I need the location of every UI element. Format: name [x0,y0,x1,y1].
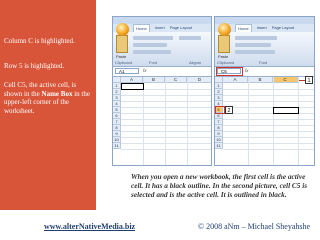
grid-line [143,77,144,165]
paste-icon[interactable] [116,35,128,53]
active-cell-a1[interactable] [121,83,144,90]
excel-screenshot-new-workbook: Home Insert Page Layout Paste Clipboard … [112,16,212,166]
tab-page-layout[interactable]: Page Layout [170,24,192,32]
ribbon: Paste Clipboard Font [215,32,314,67]
name-box[interactable]: C5 [217,68,241,74]
tab-insert[interactable]: Insert [155,24,165,32]
name-box[interactable]: A1 [115,68,139,74]
note-column-highlighted: Column C is highlighted. [4,37,75,45]
grid-line [223,125,314,126]
fx-icon[interactable]: fx [143,68,147,73]
grid-line [273,77,274,165]
grid-line [121,131,211,132]
grid-line [121,149,211,150]
office-button-icon[interactable] [218,23,231,36]
font-color-buttons[interactable] [235,50,275,54]
grid-line [223,113,314,114]
grid-line [223,107,314,108]
tab-home[interactable]: Home [235,24,252,32]
office-button-icon[interactable] [116,23,129,36]
title-bar [215,17,314,24]
grid-line [121,143,211,144]
callout-column-marker: 1 [305,76,313,84]
formula-bar: A1 fx [113,67,211,77]
formula-bar: C5 fx [215,67,314,77]
tab-page-layout[interactable]: Page Layout [272,24,294,32]
font-style-buttons[interactable] [235,43,271,47]
paste-icon[interactable] [218,35,230,53]
font-style-buttons[interactable] [133,43,167,47]
callout-row-marker: 2 [225,106,233,114]
worksheet-grid[interactable]: A B C 1 2 3 4 5 6 7 8 9 10 11 1 2 [215,76,314,165]
grid-line [223,95,314,96]
column-header-b[interactable]: B [248,77,273,83]
font-color-buttons[interactable] [133,50,171,54]
title-bar [113,17,211,24]
row-header[interactable]: 11 [113,143,121,149]
tab-insert[interactable]: Insert [257,24,267,32]
grid-line [121,95,211,96]
grid-line [248,77,249,165]
website-link[interactable]: www.alterNativeMedia.biz [44,222,135,231]
active-cell-c5[interactable] [273,107,299,114]
grid-line [223,131,314,132]
font-name-box[interactable] [133,36,173,40]
grid-line [121,101,211,102]
note-row-highlighted: Row 5 is highlighted. [4,62,65,70]
grid-line [223,137,314,138]
group-label-clipboard: Clipboard [115,60,133,65]
group-label-font: Font [149,60,158,65]
column-header-c[interactable]: C [273,77,298,83]
font-name-box[interactable] [235,36,277,40]
grid-line [121,113,211,114]
column-header-b[interactable]: B [143,77,165,83]
grid-line [121,107,211,108]
alignment-buttons[interactable] [179,36,201,40]
row-5-highlight-box [215,106,225,114]
grid-line [223,119,314,120]
excel-screenshot-cell-c5-selected: Home Insert Page Layout Paste Clipboard … [214,16,315,166]
group-label-alignment: Alignm [189,60,202,65]
grid-line [223,89,314,90]
grid-line [121,119,211,120]
grid-line [223,143,314,144]
note-active-cell: Cell C5, the active cell, is shown in th… [4,81,90,115]
caption-text: When you open a new workbook, the first … [131,172,308,199]
ribbon: Paste Clipboard Font Alignm [113,32,211,67]
sidebar-panel: Column C is highlighted. Row 5 is highli… [0,0,96,210]
column-header-d[interactable]: D [187,77,211,83]
copyright-text: © 2008 aNm – Michael Sheyahshe [198,222,311,231]
tab-home[interactable]: Home [133,24,150,32]
paste-label: Paste [218,54,229,59]
grid-line [165,77,166,165]
group-label-font: Font [259,60,268,65]
grid-line [121,125,211,126]
grid-line [223,101,314,102]
column-header-c[interactable]: C [165,77,187,83]
grid-line [121,137,211,138]
grid-line [187,77,188,165]
paste-label: Paste [116,54,127,59]
row-header[interactable]: 11 [215,143,223,149]
grid-line [298,77,299,165]
worksheet-grid[interactable]: A B C D 1 2 3 4 5 6 7 8 9 10 11 [113,77,211,165]
column-header-a[interactable]: A [223,77,248,83]
grid-line [223,149,314,150]
fx-icon[interactable]: fx [245,68,249,73]
group-label-clipboard: Clipboard [217,60,235,65]
